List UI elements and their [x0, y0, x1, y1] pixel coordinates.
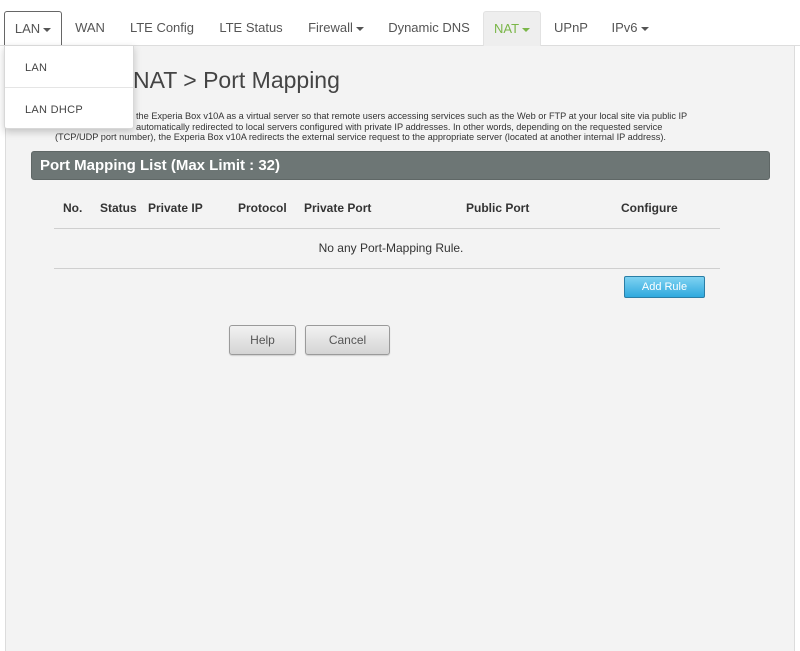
- tab-label: Firewall: [308, 20, 353, 35]
- column-header-status: Status: [100, 201, 137, 215]
- tab-ipv6[interactable]: IPv6: [601, 11, 659, 46]
- page-description: the Experia Box v10A as a virtual server…: [55, 111, 745, 143]
- lan-dropdown-menu: LAN LAN DHCP: [4, 45, 134, 129]
- caret-down-icon: [355, 26, 364, 31]
- description-line: automatically redirected to local server…: [136, 121, 663, 132]
- caret-down-icon: [522, 27, 531, 32]
- tab-label: LAN: [14, 21, 41, 36]
- tab-upnp[interactable]: UPnP: [543, 11, 599, 46]
- add-rule-button[interactable]: Add Rule: [624, 276, 705, 298]
- cancel-button[interactable]: Cancel: [305, 325, 390, 355]
- column-header-private-port: Private Port: [304, 201, 372, 215]
- column-header-configure: Configure: [621, 201, 678, 215]
- menu-divider: [5, 87, 133, 88]
- column-header-private-ip: Private IP: [148, 201, 203, 215]
- port-mapping-list-header: Port Mapping List (Max Limit : 32): [31, 151, 770, 180]
- tab-label: LTE Status: [219, 20, 283, 35]
- column-header-protocol: Protocol: [238, 201, 287, 215]
- help-button[interactable]: Help: [229, 325, 296, 355]
- column-header-no: No.: [63, 201, 83, 215]
- tab-label: Dynamic DNS: [388, 20, 470, 35]
- description-line: (TCP/UDP port number), the Experia Box v…: [55, 132, 666, 142]
- caret-down-icon: [43, 27, 52, 32]
- table-divider: [54, 228, 720, 229]
- caret-down-icon: [640, 26, 649, 31]
- tab-label: NAT: [493, 21, 520, 36]
- top-nav: LAN WAN LTE Config LTE Status Firewall D…: [0, 0, 800, 47]
- tab-label: UPnP: [554, 20, 588, 35]
- table-divider: [54, 268, 720, 269]
- tab-dynamic-dns[interactable]: Dynamic DNS: [378, 11, 480, 46]
- column-header-public-port: Public Port: [466, 201, 530, 215]
- tab-lte-config[interactable]: LTE Config: [118, 11, 206, 46]
- tab-label: WAN: [75, 20, 105, 35]
- tab-firewall[interactable]: Firewall: [296, 11, 376, 46]
- tab-label: IPv6: [611, 20, 638, 35]
- tab-lan[interactable]: LAN: [4, 11, 62, 47]
- description-line: the Experia Box v10A as a virtual server…: [136, 111, 688, 121]
- tab-wan[interactable]: WAN: [64, 11, 116, 46]
- tab-label: LTE Config: [129, 20, 195, 35]
- page-title: NAT > Port Mapping: [133, 67, 340, 93]
- tab-nat[interactable]: NAT: [483, 11, 541, 46]
- menu-item-lan[interactable]: LAN: [25, 62, 47, 74]
- tab-lte-status[interactable]: LTE Status: [208, 11, 294, 46]
- menu-item-lan-dhcp[interactable]: LAN DHCP: [25, 104, 83, 116]
- empty-table-message: No any Port-Mapping Rule.: [318, 241, 464, 255]
